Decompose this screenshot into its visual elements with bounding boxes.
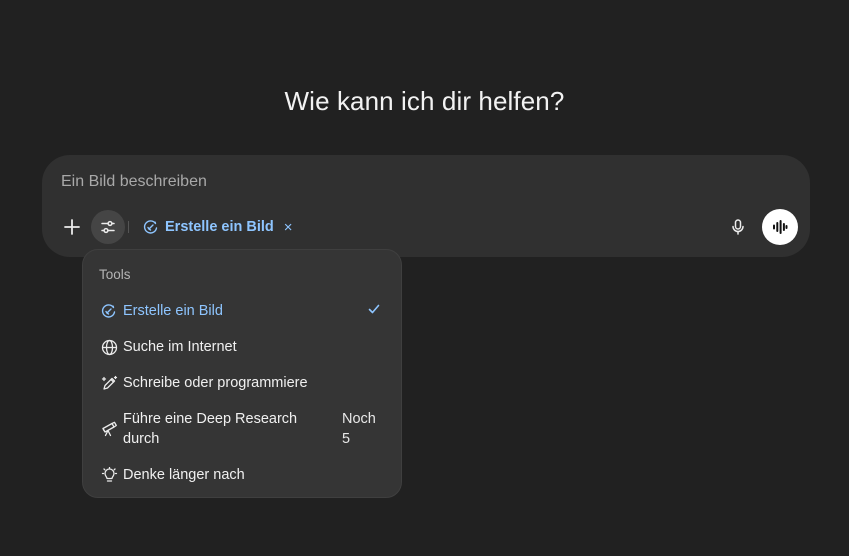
page: Wie kann ich dir helfen? Ein Bild beschr… — [0, 0, 849, 556]
quota-label: Noch — [342, 411, 376, 427]
quota-count: 5 — [342, 431, 351, 447]
voice-waveform-icon — [773, 220, 788, 234]
tool-item-label: Denke länger nach — [123, 467, 245, 483]
tools-menu-header: Tools — [99, 267, 131, 282]
dictate-button[interactable] — [721, 210, 755, 244]
plus-icon — [64, 219, 80, 235]
tools-menu: Tools Erstelle ein Bild Suche im Interne… — [82, 249, 402, 498]
active-tool-chip[interactable]: Erstelle ein Bild × — [143, 215, 293, 239]
tool-item-deep-research[interactable]: Führe eine Deep Research durch Noch 5 — [83, 409, 401, 449]
tool-item-think-longer[interactable]: Denke länger nach — [83, 465, 401, 485]
toolbar-divider — [128, 221, 129, 233]
tools-button[interactable] — [91, 210, 125, 244]
page-heading: Wie kann ich dir helfen? — [284, 86, 565, 116]
checkmark-icon — [367, 302, 381, 321]
active-tool-chip-label: Erstelle ein Bild — [165, 219, 274, 235]
voice-mode-button[interactable] — [762, 209, 798, 245]
prompt-input[interactable]: Ein Bild beschreiben — [61, 173, 207, 191]
tool-item-create-image[interactable]: Erstelle ein Bild — [83, 301, 401, 321]
microphone-icon — [732, 219, 744, 235]
tool-item-label: Suche im Internet — [123, 339, 237, 355]
tool-item-write-code[interactable]: Schreibe oder programmiere — [83, 373, 401, 393]
lightbulb-icon — [100, 466, 118, 484]
sliders-icon — [101, 220, 115, 234]
pen-sparkle-icon — [100, 374, 118, 392]
tool-item-label: Führe eine Deep Research durch — [123, 411, 298, 447]
add-attachment-button[interactable] — [55, 210, 89, 244]
image-create-icon — [143, 220, 158, 234]
telescope-icon — [100, 419, 118, 437]
tool-item-label: Erstelle ein Bild — [123, 303, 223, 319]
chip-remove-button[interactable]: × — [284, 219, 293, 236]
image-create-icon — [100, 302, 118, 320]
tool-item-label: Schreibe oder programmiere — [123, 375, 308, 391]
prompt-composer: Ein Bild beschreiben Erstelle ein Bild × — [42, 155, 810, 257]
tool-item-web-search[interactable]: Suche im Internet — [83, 337, 401, 357]
globe-icon — [100, 338, 118, 356]
